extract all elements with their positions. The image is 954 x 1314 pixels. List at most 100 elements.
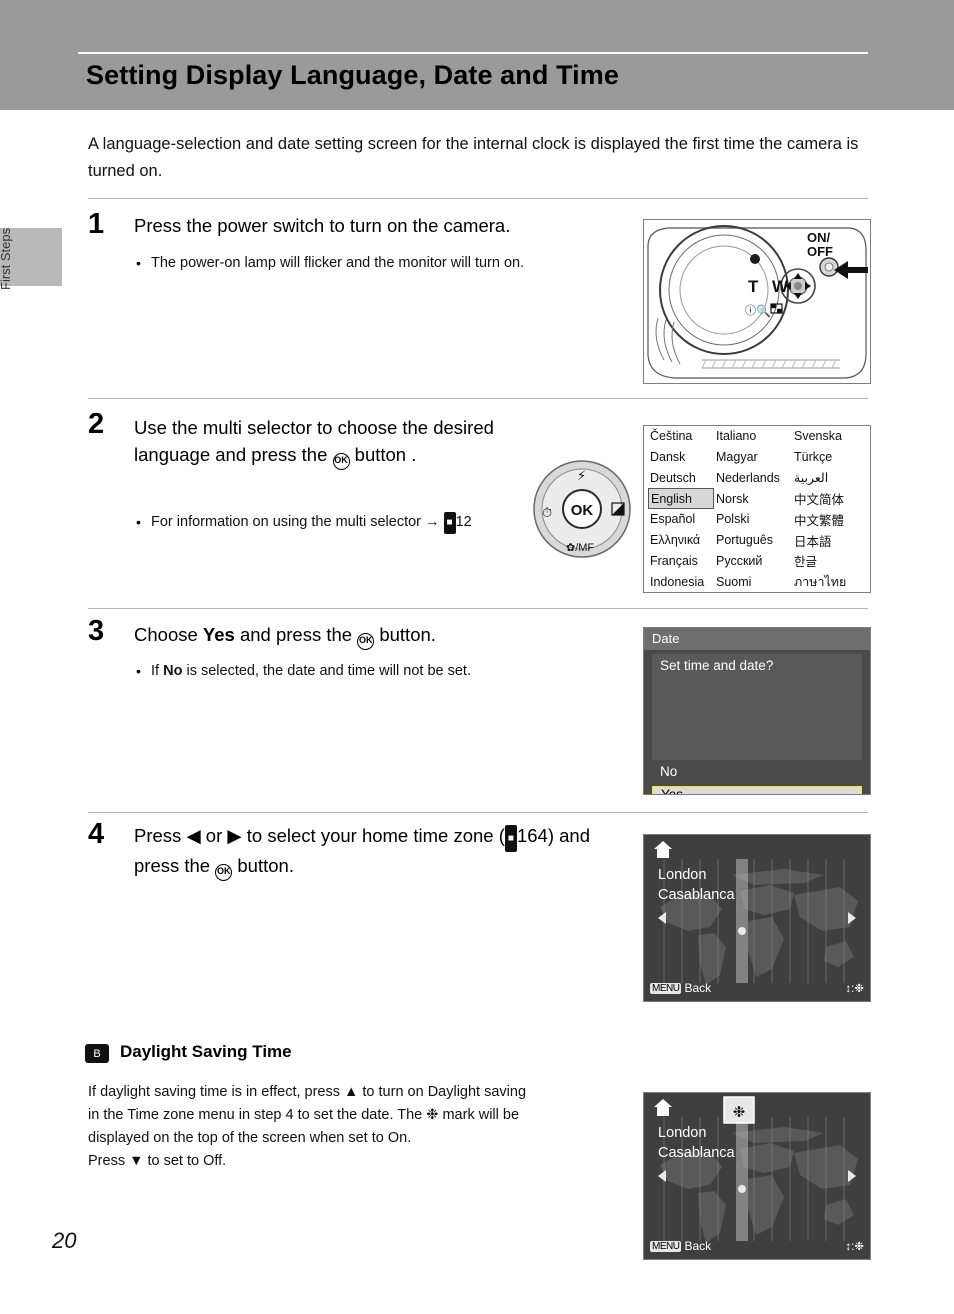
divider-4: [88, 812, 868, 813]
step-4-title-line2-pre: (: [498, 825, 505, 846]
step-3-bullet-post: is selected, the date and time will not …: [182, 663, 471, 679]
divider-2: [88, 398, 868, 399]
step-4-title-or: or: [200, 825, 228, 846]
timezone-dst-city-line1: London: [658, 1125, 707, 1141]
svg-text:ON/: ON/: [807, 230, 831, 245]
world-map-dst-svg: ❉: [644, 1093, 870, 1259]
step-3-title-end: button.: [374, 624, 436, 645]
page-number: 20: [52, 1228, 77, 1253]
lang-item[interactable]: Türkçe: [792, 447, 870, 468]
step-2-bullet-pre: For information on using the multi selec…: [151, 514, 426, 530]
timezone-back-label: Back: [684, 981, 712, 995]
camera-illustration-svg: ON/ OFF T W ⓘ 🔍: [647, 225, 868, 379]
step-1-number: 1: [88, 208, 105, 240]
lang-item[interactable]: Svenska: [792, 426, 870, 447]
lang-item[interactable]: 中文简体: [792, 488, 870, 509]
camera-top-illustration: ON/ OFF T W ⓘ 🔍: [643, 219, 871, 384]
note-line-2: in the Time zone menu in step 4 to set t…: [88, 1104, 628, 1127]
page-ref-icon: ■: [504, 825, 517, 852]
lang-item[interactable]: Polski: [714, 509, 792, 530]
timezone-dst-back-label: Back: [684, 1239, 712, 1253]
lang-item[interactable]: العربية: [792, 468, 870, 489]
step-2-title-pre: Use the multi selector to choose the des…: [134, 417, 494, 465]
timezone-dst-city-line2: Casablanca: [658, 1145, 735, 1161]
svg-text:ⓘ: ⓘ: [745, 304, 756, 317]
lang-item[interactable]: 한글: [792, 551, 870, 572]
world-map-svg: [644, 835, 870, 1001]
lang-item[interactable]: Русский: [714, 551, 792, 572]
step-2-bullet-marker: •: [136, 514, 141, 530]
lang-item[interactable]: Indonesia: [648, 571, 714, 592]
timezone-city-line2: Casablanca: [658, 887, 735, 903]
lang-item[interactable]: Português: [714, 530, 792, 551]
step-3-bullet-pre: If: [151, 663, 164, 679]
note-line-2-pre: in the Time zone menu in step 4 to set t…: [88, 1107, 427, 1123]
step-4-title: Press ◀ or ▶ to select your home time zo…: [134, 822, 614, 881]
lang-item[interactable]: Italiano: [714, 426, 792, 447]
divider-3: [88, 608, 868, 609]
lang-item[interactable]: ภาษาไทย: [792, 571, 870, 592]
date-option-yes[interactable]: Yes: [652, 786, 862, 794]
step-2-bullet-arrow: →: [425, 514, 440, 530]
note-line-1: If daylight saving time is in effect, pr…: [88, 1084, 527, 1100]
page-ref-icon: ■: [443, 512, 456, 534]
svg-text:❉: ❉: [733, 1103, 746, 1121]
lang-item[interactable]: Čeština: [648, 426, 714, 447]
date-screen-title: Date: [652, 631, 680, 646]
lang-item[interactable]: Deutsch: [648, 468, 714, 489]
step-3-bullet-bold: No: [163, 663, 183, 679]
timezone-dst-hint: ↕:❉: [845, 1239, 864, 1253]
timezone-city-line1: London: [658, 867, 707, 883]
note-line-2-post: mark will be: [438, 1107, 520, 1123]
ok-button-icon: OK: [357, 633, 375, 650]
step-2-title-post: button .: [349, 444, 417, 465]
step-2-bullet-text: For information on using the multi selec…: [151, 511, 481, 534]
page-title: Setting Display Language, Date and Time: [86, 60, 620, 90]
date-confirm-screen: Date Set time and date? No Yes: [643, 627, 871, 795]
step-3-title-pre: Choose: [134, 624, 203, 645]
arrow-left-icon: ◀: [186, 825, 201, 846]
note-body: If daylight saving time is in effect, pr…: [88, 1081, 628, 1173]
note-title: Daylight Saving Time: [120, 1042, 292, 1061]
svg-text:⚡: ⚡: [577, 469, 586, 484]
lang-item[interactable]: Suomi: [714, 571, 792, 592]
step-3-title-bold: Yes: [202, 624, 235, 645]
multi-selector-illustration: OK ⚡ ⏱ ✿/MF: [528, 455, 636, 563]
svg-text:🔍: 🔍: [756, 303, 771, 318]
lang-item[interactable]: 日本語: [792, 530, 870, 551]
svg-text:OFF: OFF: [807, 244, 833, 259]
svg-text:T: T: [748, 277, 759, 296]
step-4-title-ref: 164: [516, 825, 548, 846]
lang-item[interactable]: Ελληνικά: [648, 530, 714, 551]
lang-item[interactable]: Dansk: [648, 447, 714, 468]
timezone-back-control[interactable]: MENU Back: [650, 981, 711, 995]
page-header-band: [0, 0, 954, 110]
step-2-number: 2: [88, 408, 105, 440]
step-3-bullet-marker: •: [136, 663, 141, 679]
lang-item-selected[interactable]: English: [648, 488, 714, 509]
step-3-title: Choose Yes and press the OK button.: [134, 621, 604, 650]
timezone-dst-back-control[interactable]: MENU Back: [650, 1239, 711, 1253]
divider-1: [88, 198, 868, 199]
intro-paragraph: A language-selection and date setting sc…: [88, 135, 859, 180]
lang-item[interactable]: Español: [648, 509, 714, 530]
date-screen-panel: Set time and date?: [652, 654, 862, 760]
step-4-title-line2-end: button.: [232, 855, 294, 876]
timezone-dst-screen: ❉ London Casablanca MENU Back ↕:❉: [643, 1092, 871, 1260]
ok-button-icon: OK: [332, 453, 350, 470]
lang-item[interactable]: Nederlands: [714, 468, 792, 489]
step-3-bullet-text: If No is selected, the date and time wil…: [151, 660, 601, 682]
note-line-3: displayed on the top of the screen when …: [88, 1130, 412, 1146]
date-screen-question: Set time and date?: [660, 658, 774, 673]
multi-selector-svg: OK ⚡ ⏱ ✿/MF: [533, 460, 631, 558]
step-1-title: Press the power switch to turn on the ca…: [134, 215, 511, 236]
step-1-bullet-text: The power-on lamp will flicker and the m…: [151, 255, 525, 271]
lang-item[interactable]: 中文繁體: [792, 509, 870, 530]
step-2-bullet-ref: 12: [455, 514, 472, 530]
section-tab-label: First Steps: [0, 227, 13, 290]
date-option-no[interactable]: No: [652, 764, 862, 783]
lang-item[interactable]: Magyar: [714, 447, 792, 468]
lang-item[interactable]: Français: [648, 551, 714, 572]
step-3-number: 3: [88, 615, 105, 647]
lang-item[interactable]: Norsk: [714, 488, 792, 509]
